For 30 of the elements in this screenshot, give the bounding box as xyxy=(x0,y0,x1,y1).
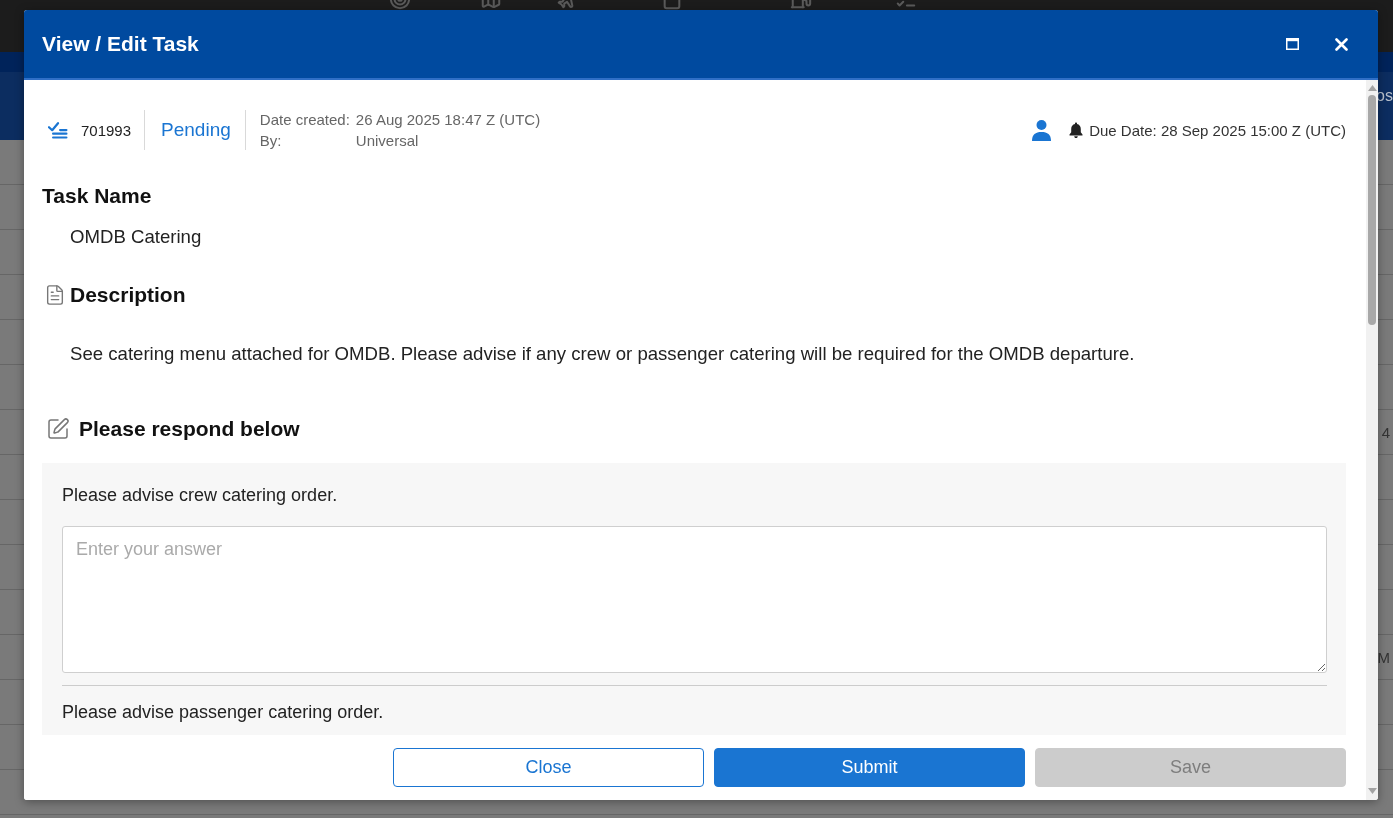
response-heading: Please respond below xyxy=(79,416,300,442)
scrollbar-thumb[interactable] xyxy=(1368,95,1376,325)
table-cell: M xyxy=(1377,648,1390,666)
due-date: Due Date: 28 Sep 2025 15:00 Z (UTC) xyxy=(1089,121,1346,139)
pencil-square-icon xyxy=(46,417,70,441)
description-heading: Description xyxy=(70,282,186,308)
scroll-down-icon[interactable] xyxy=(1367,788,1377,794)
maximize-icon xyxy=(1285,38,1299,50)
primary-button[interactable]: Submit xyxy=(714,748,1025,787)
answer-field[interactable]: Enter your answer xyxy=(62,526,1327,673)
bell-icon xyxy=(1069,122,1084,138)
person-icon[interactable] xyxy=(1032,119,1052,141)
scroll-up-icon[interactable] xyxy=(1367,85,1377,91)
close-icon xyxy=(1334,37,1348,51)
description-text: See catering menu attached for OMDB. Please advise if any crew or passenger catering will be required for the OMDB departure. xyxy=(70,342,1135,366)
checklist-icon xyxy=(48,121,68,139)
secondary-button[interactable]: Close xyxy=(393,748,704,787)
task-name-heading: Task Name xyxy=(42,183,152,209)
dialog-title: View / Edit Task xyxy=(42,32,199,56)
question-label: Please advise passenger catering order. xyxy=(62,701,384,724)
document-icon xyxy=(44,284,66,306)
question-label: Please advise crew catering order. xyxy=(62,484,338,507)
created-by-label: By: xyxy=(259,131,282,150)
created-by-value: Universal xyxy=(355,131,419,150)
task-name-value: OMDB Catering xyxy=(70,225,202,249)
task-id: 701993 xyxy=(81,121,132,139)
table-cell: 4 xyxy=(1381,423,1390,441)
date-created-value: 26 Aug 2025 18:47 Z (UTC) xyxy=(355,110,541,129)
task-status: Pending xyxy=(161,119,231,141)
date-created-label: Date created: xyxy=(259,110,350,129)
